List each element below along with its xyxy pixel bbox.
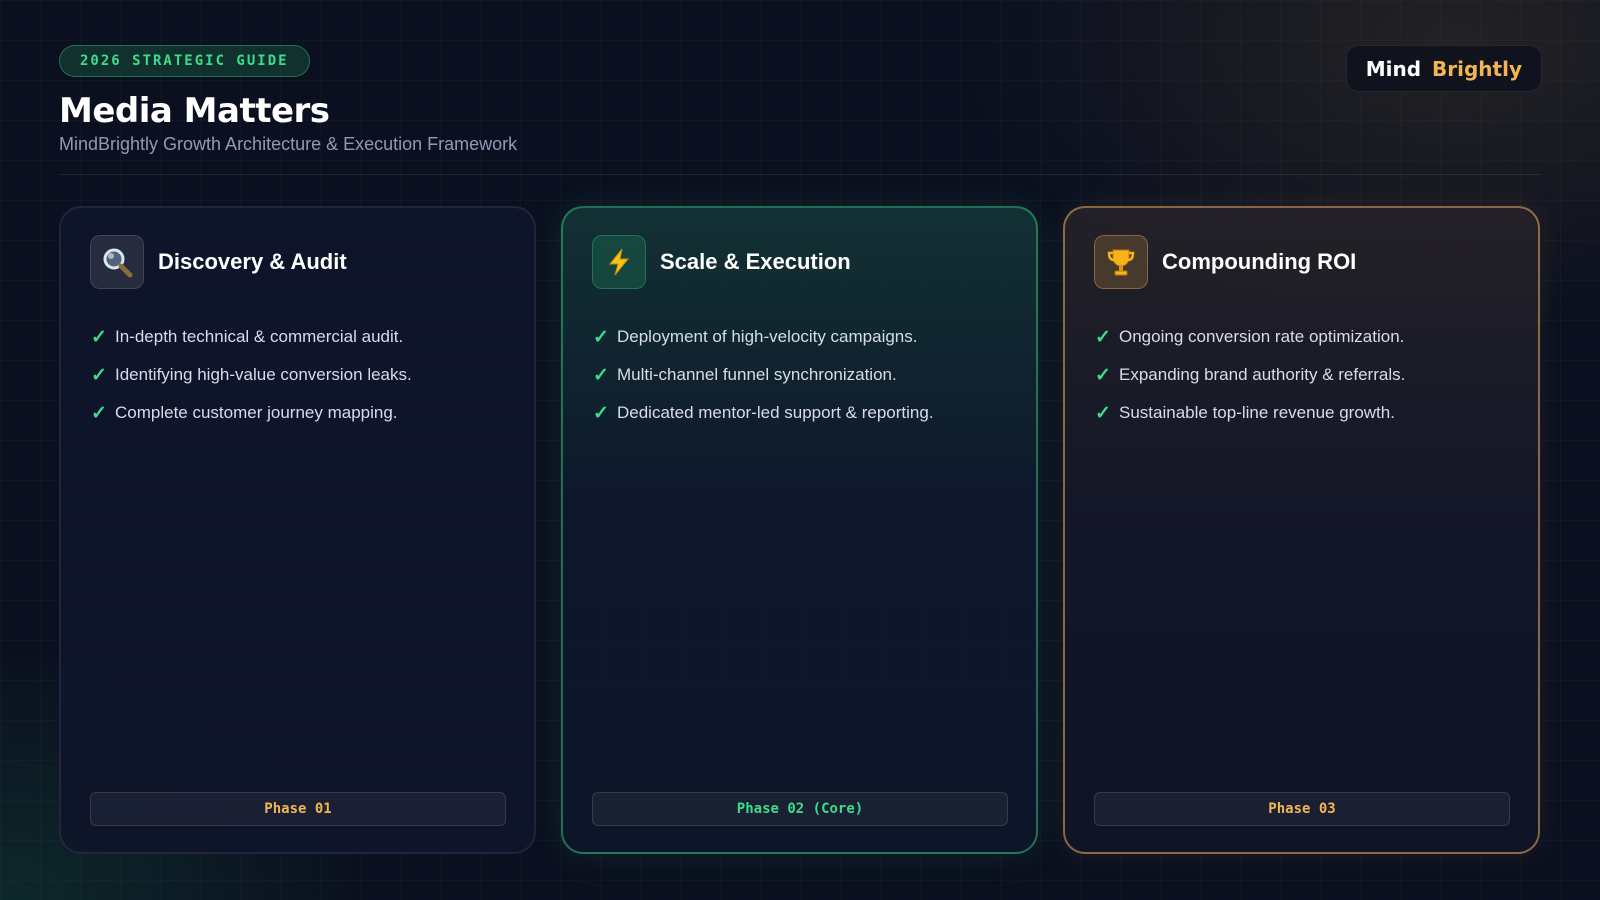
list-item-text: Multi-channel funnel synchronization. <box>617 365 897 384</box>
card-discovery-audit: Discovery & Audit ✓ In-depth technical & … <box>59 206 536 854</box>
list-item-text: Complete customer journey mapping. <box>115 403 398 422</box>
list-item: ✓ Expanding brand authority & referrals. <box>1095 356 1405 394</box>
phase-label: Phase 03 <box>1094 792 1510 826</box>
list-item: ✓ Deployment of high-velocity campaigns. <box>593 318 934 356</box>
checkmark-icon: ✓ <box>1095 364 1111 386</box>
phase-label: Phase 02 (Core) <box>592 792 1008 826</box>
checkmark-icon: ✓ <box>91 364 107 386</box>
card-item-list: ✓ Deployment of high-velocity campaigns. … <box>593 318 934 432</box>
trophy-icon <box>1094 235 1148 289</box>
list-item-text: In-depth technical & commercial audit. <box>115 327 404 346</box>
card-item-list: ✓ Ongoing conversion rate optimization. ✓… <box>1095 318 1405 432</box>
list-item-text: Ongoing conversion rate optimization. <box>1119 327 1405 346</box>
card-header: Discovery & Audit <box>90 235 347 289</box>
list-item-text: Sustainable top-line revenue growth. <box>1119 403 1395 422</box>
brand-logo: Mind Brightly <box>1345 45 1542 92</box>
logo-text-brightly: Brightly <box>1432 56 1522 81</box>
strategic-guide-badge: 2026 STRATEGIC GUIDE <box>59 45 310 77</box>
phase-label: Phase 01 <box>90 792 506 826</box>
list-item-text: Dedicated mentor-led support & reporting… <box>617 403 934 422</box>
card-title: Compounding ROI <box>1162 249 1357 274</box>
card-scale-execution: Scale & Execution ✓ Deployment of high-ve… <box>561 206 1038 854</box>
checkmark-icon: ✓ <box>91 402 107 424</box>
page-title: Media Matters <box>59 91 330 131</box>
magnifying-glass-icon <box>90 235 144 289</box>
phase-cards: Discovery & Audit ✓ In-depth technical & … <box>59 206 1541 854</box>
card-header: Scale & Execution <box>592 235 851 289</box>
list-item: ✓ Complete customer journey mapping. <box>91 394 412 432</box>
list-item: ✓ In-depth technical & commercial audit. <box>91 318 412 356</box>
checkmark-icon: ✓ <box>593 326 609 348</box>
checkmark-icon: ✓ <box>593 402 609 424</box>
checkmark-icon: ✓ <box>1095 326 1111 348</box>
list-item-text: Identifying high-value conversion leaks. <box>115 365 412 384</box>
header: 2026 STRATEGIC GUIDE Media Matters MindB… <box>59 45 1541 154</box>
header-divider <box>59 174 1541 175</box>
checkmark-icon: ✓ <box>593 364 609 386</box>
list-item-text: Deployment of high-velocity campaigns. <box>617 327 918 346</box>
card-title: Scale & Execution <box>660 249 851 274</box>
page-subtitle: MindBrightly Growth Architecture & Execu… <box>59 134 518 154</box>
card-compounding-roi: Compounding ROI ✓ Ongoing conversion rate… <box>1063 206 1540 854</box>
list-item-text: Expanding brand authority & referrals. <box>1119 365 1406 384</box>
logo-text-mind: Mind <box>1365 56 1422 81</box>
list-item: ✓ Identifying high-value conversion leaks… <box>91 356 412 394</box>
lightning-bolt-icon <box>592 235 646 289</box>
card-header: Compounding ROI <box>1094 235 1356 289</box>
list-item: ✓ Ongoing conversion rate optimization. <box>1095 318 1405 356</box>
list-item: ✓ Dedicated mentor-led support & reportin… <box>593 394 934 432</box>
list-item: ✓ Multi-channel funnel synchronization. <box>593 356 934 394</box>
checkmark-icon: ✓ <box>1095 402 1111 424</box>
card-title: Discovery & Audit <box>158 249 347 274</box>
checkmark-icon: ✓ <box>91 326 107 348</box>
card-item-list: ✓ In-depth technical & commercial audit. … <box>91 318 412 432</box>
list-item: ✓ Sustainable top-line revenue growth. <box>1095 394 1405 432</box>
